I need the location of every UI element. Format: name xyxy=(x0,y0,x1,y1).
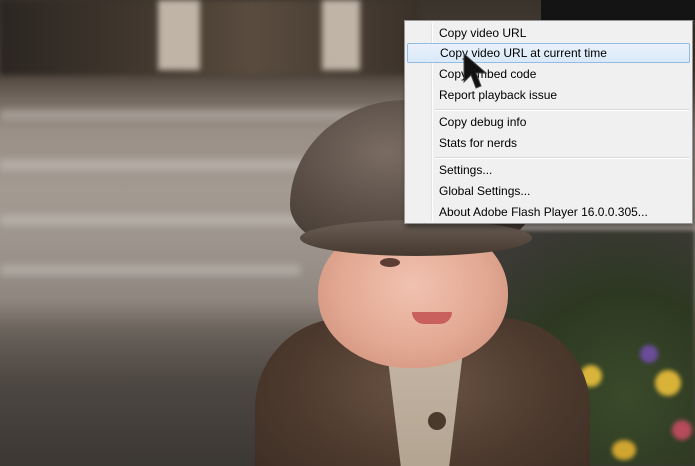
flower xyxy=(612,440,636,460)
menu-item-stats-for-nerds[interactable]: Stats for nerds xyxy=(407,133,690,153)
menu-item-copy-debug-info[interactable]: Copy debug info xyxy=(407,112,690,132)
child-eye xyxy=(380,258,400,267)
background-column xyxy=(158,0,200,70)
player-title-bar xyxy=(541,0,695,20)
menu-item-label: Settings... xyxy=(439,163,493,177)
menu-item-about-flash-player[interactable]: About Adobe Flash Player 16.0.0.305... xyxy=(407,202,690,222)
arrow-cursor-icon xyxy=(463,52,488,89)
background-step xyxy=(0,265,300,275)
context-menu: Copy video URL Copy video URL at current… xyxy=(404,20,693,224)
menu-item-label: Report playback issue xyxy=(439,88,558,102)
menu-item-copy-video-url[interactable]: Copy video URL xyxy=(407,23,690,43)
background-column xyxy=(322,0,360,70)
menu-item-label: Global Settings... xyxy=(439,184,531,198)
shirt-button xyxy=(428,412,446,430)
menu-separator xyxy=(435,109,689,111)
menu-item-settings[interactable]: Settings... xyxy=(407,160,690,180)
menu-item-label: Stats for nerds xyxy=(439,136,518,150)
menu-item-label: Copy debug info xyxy=(439,115,527,129)
player-top-strip xyxy=(404,0,695,20)
menu-item-label: About Adobe Flash Player 16.0.0.305... xyxy=(439,205,648,219)
menu-separator xyxy=(435,157,689,159)
flower xyxy=(640,345,658,363)
menu-item-report-playback-issue[interactable]: Report playback issue xyxy=(407,85,690,105)
flower xyxy=(655,370,681,396)
child-mouth xyxy=(412,312,452,324)
menu-item-copy-video-url-at-time[interactable]: Copy video URL at current time xyxy=(407,43,690,63)
menu-item-label: Copy video URL xyxy=(439,26,527,40)
menu-item-copy-embed-code[interactable]: Copy embed code xyxy=(407,64,690,84)
hat-brim xyxy=(300,220,532,256)
flower xyxy=(672,420,692,440)
menu-item-global-settings[interactable]: Global Settings... xyxy=(407,181,690,201)
background-step xyxy=(0,215,330,225)
